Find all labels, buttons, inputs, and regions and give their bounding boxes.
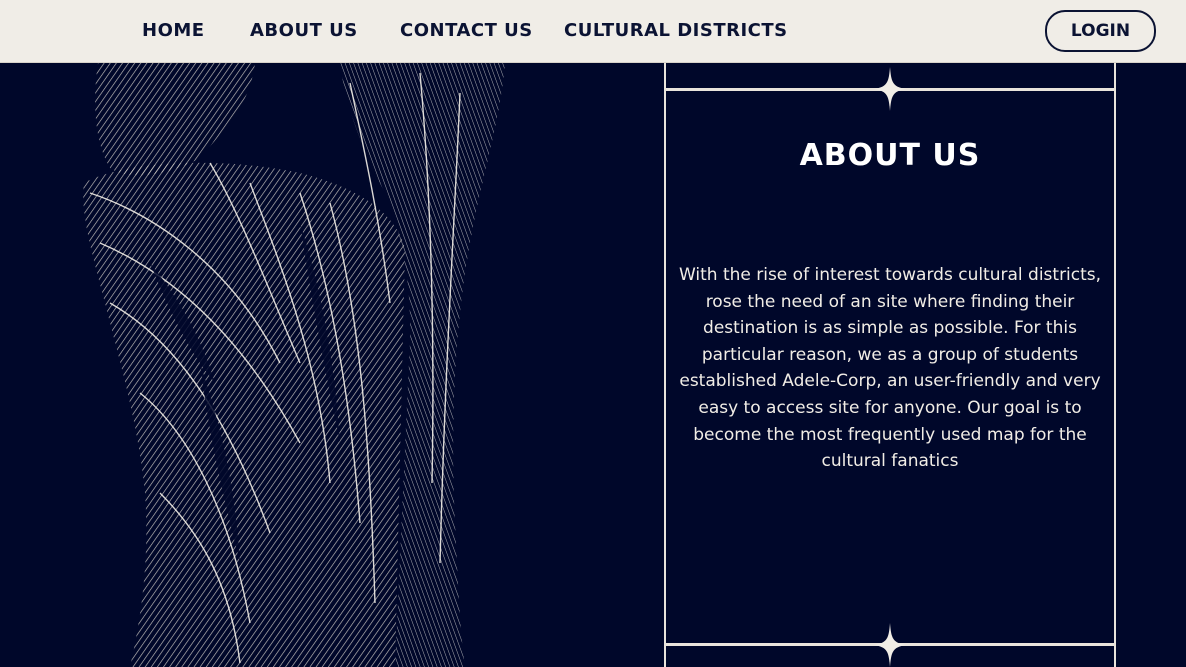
top-navbar: HOME ABOUT US CONTACT US CULTURAL DISTRI…	[0, 0, 1186, 63]
nav-contact-us-link[interactable]: CONTACT US	[400, 19, 533, 43]
about-us-description: With the rise of interest towards cultur…	[678, 265, 1102, 472]
login-button[interactable]: LOGIN	[1045, 10, 1156, 52]
nav-home-link[interactable]: HOME	[142, 19, 205, 43]
four-point-star-icon	[874, 67, 906, 111]
nav-cultural-districts-link[interactable]: CULTURAL DISTRICTS	[564, 19, 788, 43]
four-point-star-icon	[874, 623, 906, 667]
nav-about-us-link[interactable]: ABOUT US	[250, 19, 358, 43]
draped-statue-illustration	[83, 63, 505, 667]
about-us-heading: ABOUT US	[799, 138, 981, 173]
